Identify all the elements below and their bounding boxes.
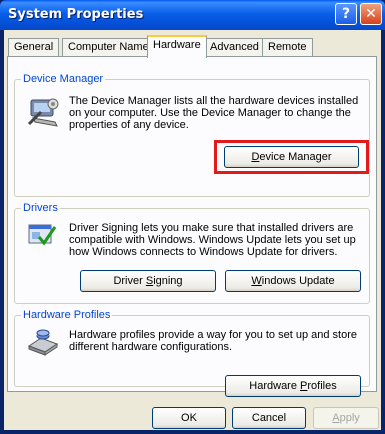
window-title: System Properties (8, 7, 144, 22)
device-manager-icon (27, 98, 59, 127)
cancel-button[interactable]: Cancel (232, 407, 306, 429)
ok-button[interactable]: OK (152, 407, 226, 429)
hardware-profiles-legend: Hardware Profiles (21, 309, 113, 321)
drivers-group: Drivers Driver Signing lets you make sur… (14, 202, 370, 304)
title-bar[interactable]: System Properties ? ✕ (0, 0, 385, 30)
tab-remote[interactable]: Remote (262, 38, 313, 57)
dialog-client-area: General Computer Name Hardware Advanced … (4, 30, 381, 430)
hardware-profiles-button-label: rofiles (307, 380, 337, 392)
hardware-tab-panel: Device Manager The Device Manager lists … (7, 56, 377, 397)
tab-hardware[interactable]: Hardware (147, 35, 207, 58)
apply-button-label: pply (339, 412, 360, 424)
device-manager-legend: Device Manager (21, 73, 106, 85)
device-manager-description: The Device Manager lists all the hardwar… (69, 95, 359, 131)
tab-computer-name[interactable]: Computer Name (62, 38, 155, 57)
driver-signing-button-label: igning (153, 275, 183, 287)
driver-signing-button-label-pre: Driver (113, 275, 146, 287)
device-manager-button-label: evice Manager (259, 151, 332, 163)
device-manager-button[interactable]: Device Manager (224, 146, 359, 168)
windows-update-button-mnemonic: W (251, 275, 262, 287)
drivers-legend: Drivers (21, 202, 60, 214)
driver-signing-icon (28, 224, 57, 246)
hardware-profiles-icon (27, 329, 59, 356)
tab-general[interactable]: General (8, 38, 60, 57)
hardware-profiles-button[interactable]: Hardware Profiles (225, 375, 361, 397)
tab-advanced[interactable]: Advanced (204, 38, 265, 57)
apply-button[interactable]: Apply (313, 407, 379, 429)
tab-strip: General Computer Name Hardware Advanced … (4, 30, 381, 58)
windows-update-button[interactable]: Windows Update (225, 270, 361, 292)
hardware-profiles-description: Hardware profiles provide a way for you … (69, 329, 357, 353)
apply-button-mnemonic: A (332, 412, 340, 424)
device-manager-group: Device Manager The Device Manager lists … (14, 73, 370, 197)
hardware-profiles-group: Hardware Profiles Hardware profiles prov… (14, 309, 370, 397)
close-button[interactable]: ✕ (360, 3, 382, 25)
driver-signing-button[interactable]: Driver Signing (80, 270, 216, 292)
help-button[interactable]: ? (335, 3, 357, 25)
system-properties-window: System Properties ? ✕ General Computer N… (0, 0, 385, 434)
drivers-description: Driver Signing lets you make sure that i… (69, 222, 356, 258)
hardware-profiles-button-label-pre: Hardware (249, 380, 301, 392)
windows-update-button-label: indows Update (261, 275, 335, 287)
